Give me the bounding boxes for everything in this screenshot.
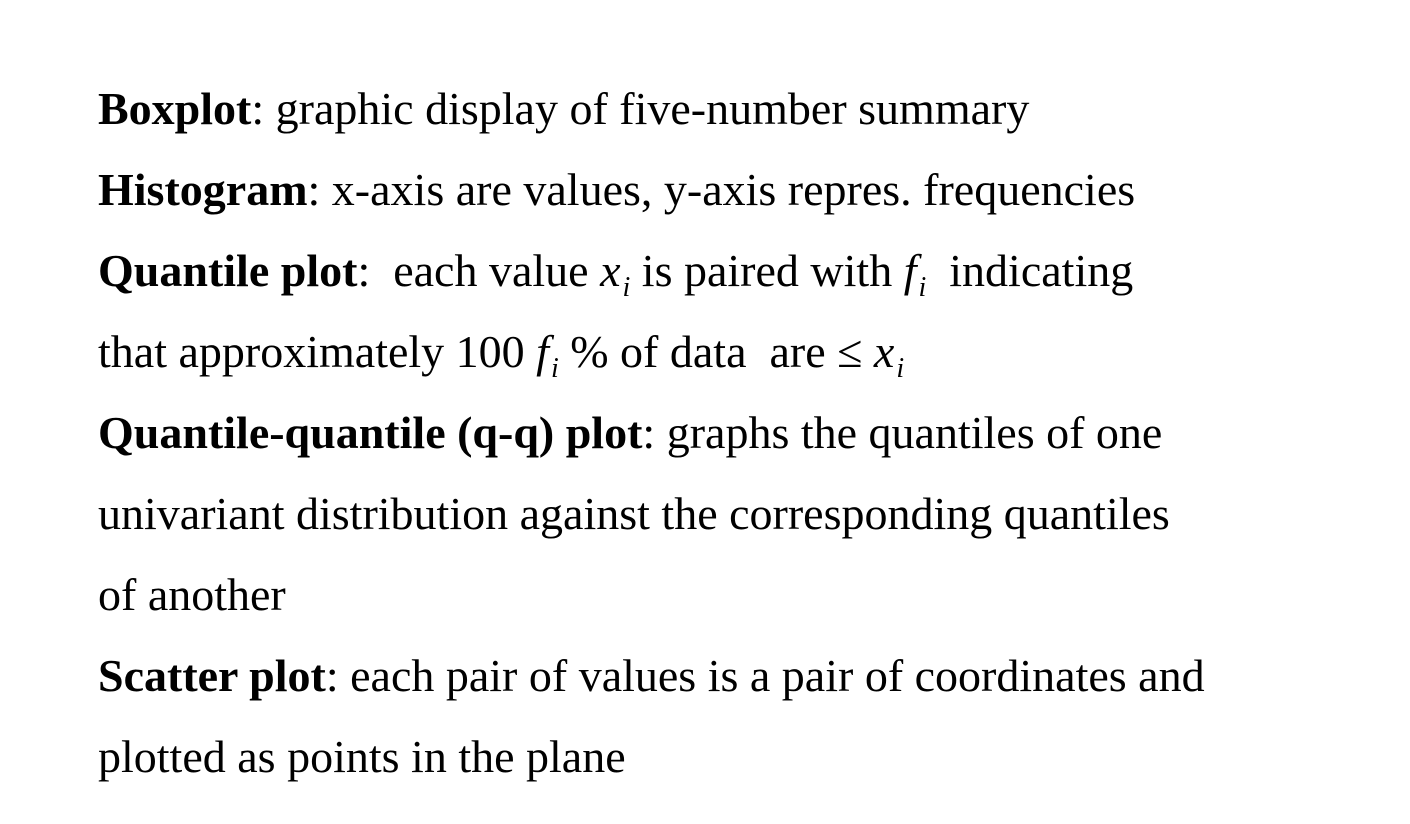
variable-x: x <box>873 326 895 377</box>
scatter-definition-line-1: Scatter plot: each pair of values is a p… <box>98 635 1388 716</box>
scatter-description-2: plotted as points in the plane <box>98 731 626 782</box>
histogram-definition: Histogram: x-axis are values, y-axis rep… <box>98 149 1388 230</box>
quantile-description-c: indicating <box>926 245 1134 296</box>
quantile-separator: : <box>357 245 371 296</box>
quantile-definition-line-2: that approximately 100 fi % of data are … <box>98 311 1388 392</box>
quantile-description-a: each value <box>370 245 601 296</box>
qq-term: Quantile-quantile (q-q) plot <box>98 407 643 458</box>
histogram-description: x-axis are values, y-axis repres. freque… <box>320 164 1136 215</box>
quantile-line2-b: % of data are ≤ <box>558 326 874 377</box>
scatter-separator: : <box>325 650 339 701</box>
qq-definition-line-1: Quantile-quantile (q-q) plot: graphs the… <box>98 392 1388 473</box>
qq-description-3: of another <box>98 569 286 620</box>
variable-f: f <box>903 245 917 296</box>
boxplot-separator: : <box>251 83 265 134</box>
quantile-definition-line-1: Quantile plot: each value xi is paired w… <box>98 230 1388 311</box>
qq-definition-line-2: univariant distribution against the corr… <box>98 473 1388 554</box>
subscript-i: i <box>550 353 559 384</box>
boxplot-term: Boxplot <box>98 83 252 134</box>
variable-f: f <box>536 326 549 377</box>
histogram-separator: : <box>307 164 321 215</box>
histogram-term: Histogram <box>98 164 308 215</box>
quantile-line2-a: that approximately 100 <box>98 326 537 377</box>
qq-separator: : <box>642 407 656 458</box>
scatter-term: Scatter plot <box>98 650 326 701</box>
quantile-description-b: is paired with <box>630 245 904 296</box>
variable-x: x <box>600 245 621 296</box>
scatter-definition-line-2: plotted as points in the plane <box>98 716 1388 797</box>
qq-description-2: univariant distribution against the corr… <box>98 488 1170 539</box>
definitions-list: Boxplot: graphic display of five-number … <box>98 68 1388 797</box>
boxplot-description: graphic display of five-number summary <box>264 83 1030 134</box>
qq-description-1: graphs the quantiles of one <box>655 407 1163 458</box>
quantile-term: Quantile plot <box>98 245 358 296</box>
boxplot-definition: Boxplot: graphic display of five-number … <box>98 68 1388 149</box>
scatter-description-1: each pair of values is a pair of coordin… <box>338 650 1205 701</box>
qq-definition-line-3: of another <box>98 554 1388 635</box>
subscript-i: i <box>896 353 905 384</box>
